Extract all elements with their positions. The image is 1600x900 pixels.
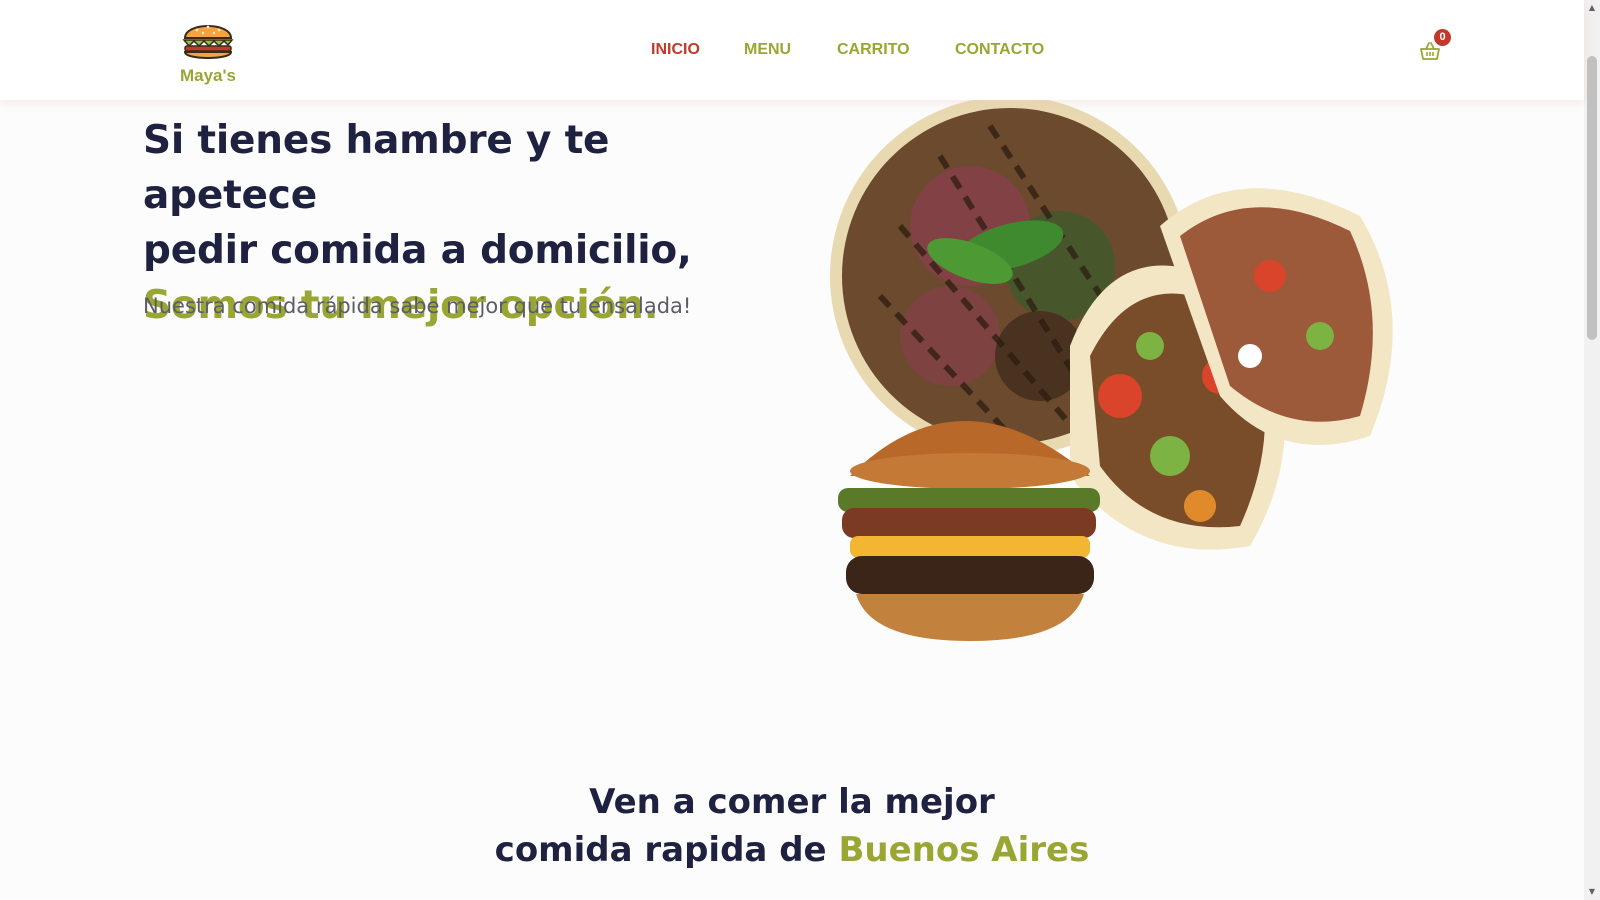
scrollbar-thumb[interactable] (1587, 56, 1597, 340)
scroll-down-arrow-icon[interactable]: ▼ (1584, 884, 1600, 900)
hero-food-image (830, 96, 1393, 641)
hero-subtitle: Nuestra comida rápida sabe mejor que tu … (143, 294, 692, 318)
hero-title-line1: Si tienes hambre y te apetece (143, 118, 610, 218)
section-title: Ven a comer la mejor comida rapida de Bu… (0, 778, 1584, 874)
nav-item-menu[interactable]: MENU (744, 41, 791, 59)
section-title-line2-prefix: comida rapida de (494, 830, 839, 870)
section-title-accent: Buenos Aires (838, 830, 1090, 870)
site-header: Maya's INICIO MENU CARRITO CONTACTO 0 (0, 0, 1584, 100)
section-title-line1: Ven a comer la mejor (589, 782, 995, 822)
page-scrollbar[interactable]: ▲ ▼ (1584, 0, 1600, 900)
cart-count-badge: 0 (1434, 29, 1451, 46)
nav-item-inicio[interactable]: INICIO (651, 41, 700, 59)
hero-title-line2: pedir comida a domicilio, (143, 228, 692, 273)
brand-name: Maya's (179, 66, 237, 85)
nav-item-carrito[interactable]: CARRITO (837, 41, 910, 59)
nav-item-contacto[interactable]: CONTACTO (955, 41, 1044, 59)
scroll-up-arrow-icon[interactable]: ▲ (1584, 0, 1600, 16)
main-nav: INICIO MENU CARRITO CONTACTO (0, 41, 1584, 65)
burger-illustration (838, 421, 1100, 641)
cart-button[interactable]: 0 (1420, 29, 1456, 66)
